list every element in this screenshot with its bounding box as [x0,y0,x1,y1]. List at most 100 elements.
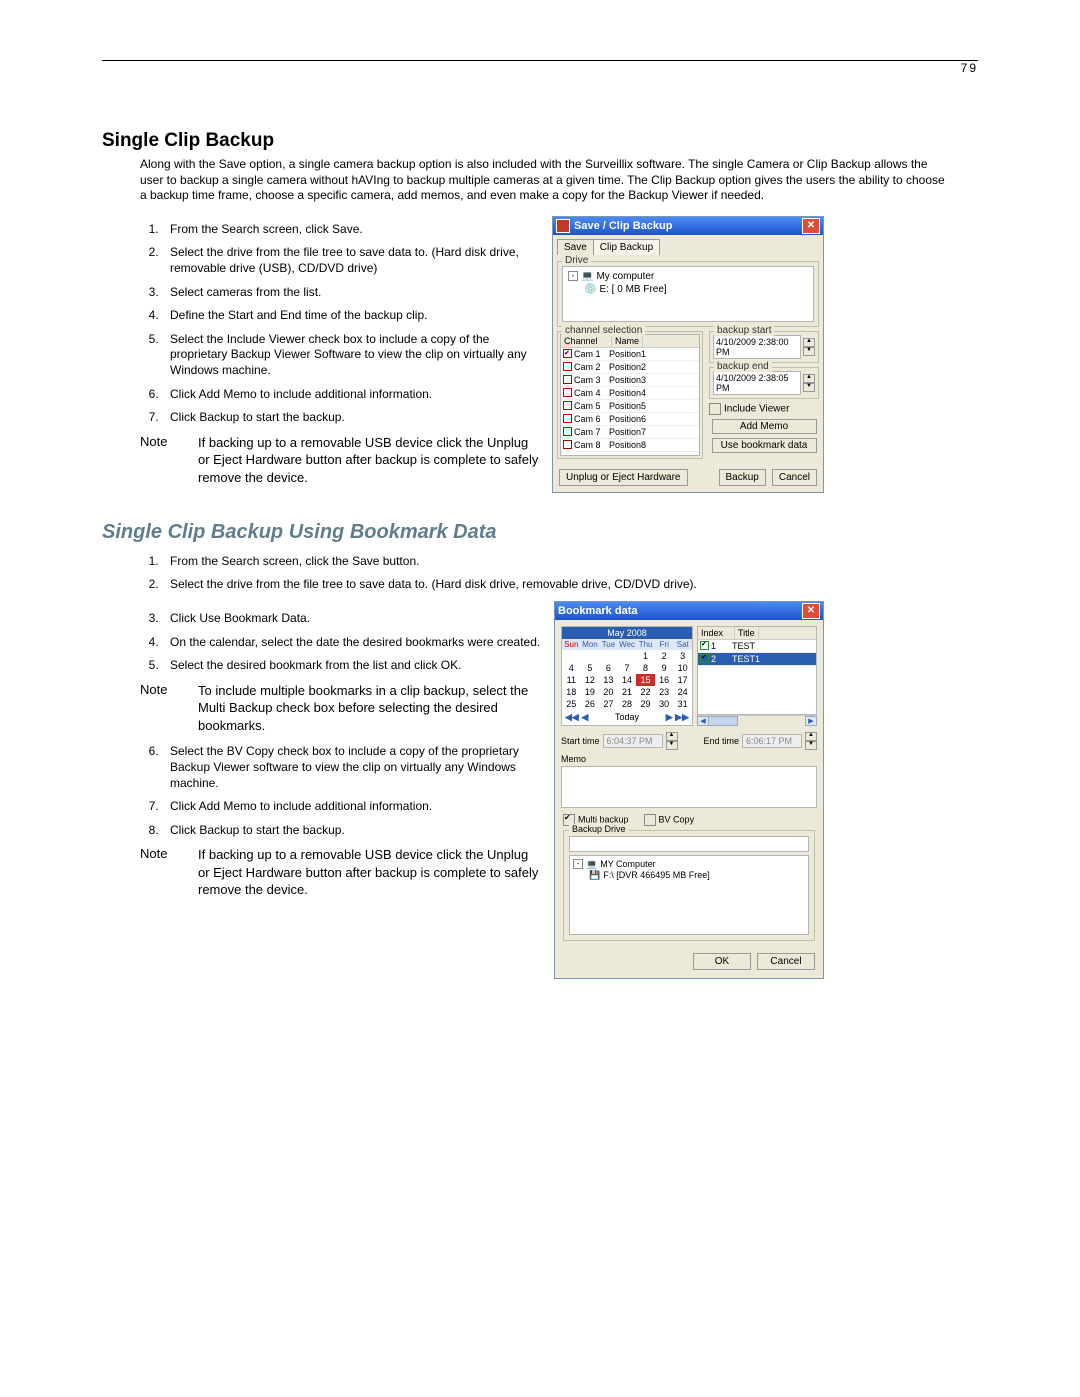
tree-collapse-icon[interactable]: - [573,859,583,869]
cal-day[interactable]: 3 [673,650,692,662]
table-row[interactable]: Cam 1Position1 [561,348,699,361]
cancel-button[interactable]: Cancel [772,469,817,486]
tab-save[interactable]: Save [557,239,594,255]
cal-day[interactable]: 16 [655,674,674,686]
cal-day[interactable]: 24 [673,686,692,698]
cal-day[interactable]: 7 [618,662,637,674]
cal-day[interactable]: 11 [562,674,581,686]
channel-checkbox[interactable] [563,427,572,436]
spinner[interactable]: ▲▼ [803,374,815,392]
close-icon[interactable]: ✕ [802,603,820,619]
spinner[interactable]: ▲▼ [666,732,678,750]
table-row[interactable]: Cam 5Position5 [561,400,699,413]
cal-day[interactable]: 12 [581,674,600,686]
table-row[interactable]: Cam 8Position8 [561,439,699,452]
channel-checkbox[interactable] [563,349,572,358]
bd-child[interactable]: F:\ [DVR 466495 MB Free] [603,870,710,880]
cal-day[interactable]: 4 [562,662,581,674]
bd-root[interactable]: MY Computer [600,859,655,869]
tree-collapse-icon[interactable]: - [568,271,578,281]
drive-tree[interactable]: -💻My computer 💿E: [ 0 MB Free] [562,266,814,322]
channel-checkbox[interactable] [563,414,572,423]
cal-day [562,650,581,662]
calendar-today-button[interactable]: Today [615,712,639,722]
drive-root[interactable]: My computer [596,270,654,283]
cal-day[interactable]: 14 [618,674,637,686]
cancel-button[interactable]: Cancel [757,953,815,970]
backup-start-input[interactable]: 4/10/2009 2:38:00 PM [713,335,801,359]
cal-day[interactable]: 8 [636,662,655,674]
cal-day[interactable]: 23 [655,686,674,698]
memo-input[interactable] [561,766,817,808]
cal-day[interactable]: 30 [655,698,674,710]
cal-day[interactable]: 15 [636,674,655,686]
cal-day[interactable]: 22 [636,686,655,698]
bookmark-scrollbar[interactable]: ◀ ▶ [697,715,817,726]
cal-day[interactable]: 25 [562,698,581,710]
cal-day[interactable]: 5 [581,662,600,674]
bookmark-list[interactable]: Index Title 1TEST2TEST1 [697,626,817,715]
cal-day[interactable]: 13 [599,674,618,686]
cal-day[interactable]: 29 [636,698,655,710]
note-label: Note [140,682,198,735]
add-memo-button[interactable]: Add Memo [712,419,817,434]
bv-copy-checkbox[interactable] [644,814,656,826]
start-time-input[interactable]: 6:04:37 PM [603,734,663,748]
list-item[interactable]: 2TEST1 [698,653,816,666]
close-icon[interactable]: ✕ [802,218,820,234]
cal-day[interactable]: 20 [599,686,618,698]
backup-drive-tree[interactable]: -💻MY Computer 💾F:\ [DVR 466495 MB Free] [569,855,809,935]
list-item[interactable]: 1TEST [698,640,816,653]
cal-day[interactable]: 10 [673,662,692,674]
cal-day[interactable]: 9 [655,662,674,674]
dialog1-title: Save / Clip Backup [574,220,802,232]
channel-name: Position5 [607,401,646,411]
cal-prev-fast-icon[interactable]: ◀◀ [565,712,579,722]
cal-day[interactable]: 26 [581,698,600,710]
spinner[interactable]: ▲▼ [805,732,817,750]
cal-prev-icon[interactable]: ◀ [581,712,588,722]
table-row[interactable]: Cam 6Position6 [561,413,699,426]
channel-name: Position3 [607,375,646,385]
cal-day[interactable]: 18 [562,686,581,698]
cal-next-fast-icon[interactable]: ▶▶ [675,712,689,722]
spinner[interactable]: ▲▼ [803,338,815,356]
backup-button[interactable]: Backup [719,469,766,486]
table-row[interactable]: Cam 4Position4 [561,387,699,400]
computer-icon: 💻 [581,270,593,283]
include-viewer-checkbox[interactable] [709,403,721,415]
cal-day[interactable]: 1 [636,650,655,662]
channel-checkbox[interactable] [563,440,572,449]
channel-checkbox[interactable] [563,401,572,410]
table-row[interactable]: Cam 7Position7 [561,426,699,439]
cal-day[interactable]: 19 [581,686,600,698]
backup-end-input[interactable]: 4/10/2009 2:38:05 PM [713,371,801,395]
cal-next-icon[interactable]: ▶ [666,712,673,722]
cal-day[interactable]: 6 [599,662,618,674]
table-row[interactable]: Cam 2Position2 [561,361,699,374]
channel-checkbox[interactable] [563,375,572,384]
cal-day[interactable]: 31 [673,698,692,710]
calendar[interactable]: May 2008 SunMonTueWecThuFriSat 123456789… [561,626,693,726]
channel-checkbox[interactable] [563,362,572,371]
use-bookmark-button[interactable]: Use bookmark data [712,438,817,453]
backup-drive-path-input[interactable] [569,836,809,852]
bookmark-checkbox[interactable] [700,654,709,663]
step-item: Select the desired bookmark from the lis… [162,658,542,674]
drive-child[interactable]: E: [ 0 MB Free] [599,283,666,296]
tab-clip-backup[interactable]: Clip Backup [593,239,660,255]
table-row[interactable]: Cam 3Position3 [561,374,699,387]
cal-day[interactable]: 17 [673,674,692,686]
cal-day[interactable]: 2 [655,650,674,662]
end-time-input[interactable]: 6:06:17 PM [742,734,802,748]
channel-checkbox[interactable] [563,388,572,397]
bookmark-checkbox[interactable] [700,641,709,650]
cal-day[interactable]: 28 [618,698,637,710]
unplug-eject-button[interactable]: Unplug or Eject Hardware [559,469,688,486]
cal-day[interactable]: 21 [618,686,637,698]
backup-start-label: backup start [714,325,774,336]
cal-day[interactable]: 27 [599,698,618,710]
scroll-right-icon[interactable]: ▶ [805,716,817,726]
cal-weekday: Tue [599,639,618,650]
ok-button[interactable]: OK [693,953,751,970]
